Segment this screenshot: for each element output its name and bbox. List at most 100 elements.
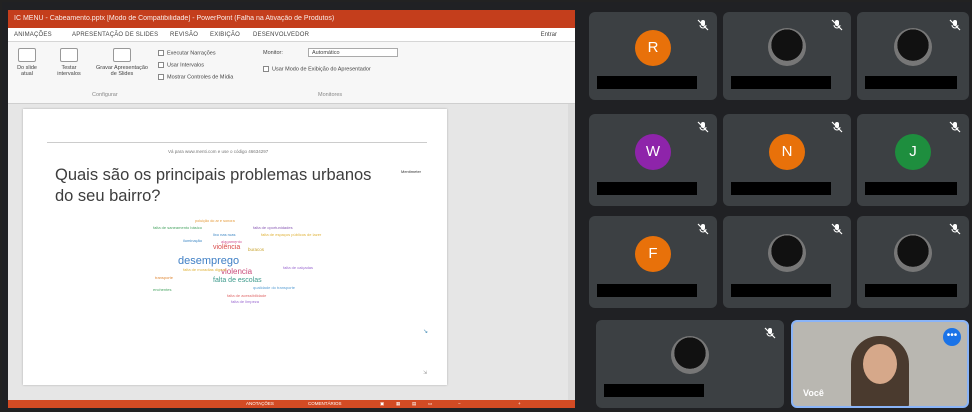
tab-review[interactable]: REVISÃO	[170, 32, 198, 38]
redacted-participant-name	[865, 182, 957, 195]
play-narrations-checkbox[interactable]: Executar Narrações	[158, 50, 216, 56]
redacted-participant-name	[597, 284, 697, 297]
ppt-status-bar: ANOTAÇÕES COMENTÁRIOS ▣ ▦ ▤ ▭ − +	[8, 400, 575, 408]
from-current-slide-button[interactable]: Do slide atual	[12, 48, 42, 77]
checkbox-icon	[158, 50, 164, 56]
normal-view-icon[interactable]: ▣	[380, 400, 384, 408]
redacted-participant-name	[865, 76, 957, 89]
muted-mic-icon	[831, 222, 843, 235]
participant-photo	[768, 234, 806, 272]
participant-photo	[894, 234, 932, 272]
self-face	[863, 344, 897, 384]
word-cloud-word: falta de oportunidades	[253, 225, 293, 230]
ppt-title-bar: IC MENU - Cabeamento.pptx [Modo de Compa…	[8, 10, 575, 28]
participant-tile[interactable]	[857, 12, 969, 100]
powerpoint-window: IC MENU - Cabeamento.pptx [Modo de Compa…	[8, 10, 575, 408]
group-label-setup: Configurar	[92, 92, 118, 98]
word-cloud-word: lixo nas ruas	[213, 232, 236, 237]
mentimeter-logo: Mentimeter	[401, 169, 422, 174]
participant-tile[interactable]: F	[589, 216, 717, 308]
muted-mic-icon	[764, 326, 776, 339]
participant-tile[interactable]	[723, 216, 851, 308]
muted-mic-icon	[949, 18, 961, 31]
redacted-participant-name	[865, 284, 957, 297]
word-cloud-word: iluminação	[183, 238, 203, 243]
zoom-out-icon[interactable]: −	[458, 400, 461, 408]
presenter-view-label: Usar Modo de Exibição do Apresentador	[272, 66, 371, 73]
tab-developer[interactable]: DESENVOLVEDOR	[253, 32, 309, 38]
participant-photo	[671, 336, 709, 374]
redacted-participant-name	[597, 76, 697, 89]
use-timings-label: Usar Intervalos	[167, 62, 204, 69]
participant-tile[interactable]	[596, 320, 784, 408]
self-name-label: Você	[803, 388, 824, 398]
word-cloud-word: falta de limpeza	[231, 299, 260, 304]
record-slideshow-button[interactable]: Gravar Apresentação de Slides	[96, 48, 148, 77]
word-cloud-word: transporte	[155, 275, 174, 280]
ppt-window-title: IC MENU - Cabeamento.pptx [Modo de Compa…	[14, 15, 335, 22]
muted-mic-icon	[831, 120, 843, 133]
timer-icon	[60, 48, 78, 62]
slideshow-view-icon[interactable]: ▭	[428, 400, 432, 408]
muted-mic-icon	[949, 222, 961, 235]
record-slideshow-label: Gravar Apresentação de Slides	[96, 65, 148, 77]
word-cloud-word: desemprego	[178, 255, 240, 267]
zoom-in-icon[interactable]: +	[518, 400, 521, 408]
participant-tile[interactable]	[723, 12, 851, 100]
participant-tile[interactable]: J	[857, 114, 969, 206]
slide-icon	[18, 48, 36, 62]
rehearse-timings-label: Testar intervalos	[57, 65, 81, 77]
vertical-scrollbar[interactable]	[568, 104, 575, 400]
participant-avatar: R	[635, 30, 671, 66]
use-timings-checkbox[interactable]: Usar Intervalos	[158, 62, 204, 68]
participant-tile[interactable]: W	[589, 114, 717, 206]
participant-avatar: F	[635, 236, 671, 272]
redacted-participant-name	[604, 384, 704, 397]
muted-mic-icon	[831, 18, 843, 31]
tab-slideshow[interactable]: APRESENTAÇÃO DE SLIDES	[72, 32, 158, 38]
slide-join-instructions: Vá para www.menti.com e use o código 466…	[168, 149, 269, 154]
more-options-icon[interactable]: •••	[943, 328, 961, 346]
participant-photo	[768, 28, 806, 66]
participant-avatar: J	[895, 134, 931, 170]
word-cloud-word: enchentes	[153, 287, 172, 292]
checkbox-icon	[158, 62, 164, 68]
screen-frame: IC MENU - Cabeamento.pptx [Modo de Compa…	[0, 0, 972, 412]
ppt-ribbon: Do slide atual Testar intervalos Gravar …	[8, 42, 575, 104]
slide-question-title: Quais são os principais problemas urbano…	[55, 166, 372, 205]
tab-animations[interactable]: ANIMAÇÕES	[14, 32, 52, 38]
monitor-select[interactable]: Automático	[308, 48, 398, 57]
participant-tile[interactable]: R	[589, 12, 717, 100]
muted-mic-icon	[697, 222, 709, 235]
reading-view-icon[interactable]: ▤	[412, 400, 416, 408]
muted-mic-icon	[949, 120, 961, 133]
participant-photo	[894, 28, 932, 66]
show-media-controls-checkbox[interactable]: Mostrar Controles de Mídia	[158, 74, 233, 80]
word-cloud-word: violência	[213, 244, 241, 251]
monitor-label: Monitor:	[263, 50, 283, 56]
muted-mic-icon	[697, 120, 709, 133]
redacted-participant-name	[731, 76, 831, 89]
participant-tile[interactable]	[857, 216, 969, 308]
slide-editing-area: Vá para www.menti.com e use o código 466…	[8, 104, 575, 400]
word-cloud-word: qualidade do transporte	[253, 285, 296, 290]
ppt-ribbon-tabs: ANIMAÇÕES APRESENTAÇÃO DE SLIDES REVISÃO…	[8, 28, 575, 42]
rehearse-timings-button[interactable]: Testar intervalos	[54, 48, 84, 77]
self-view-tile[interactable]: ••• Você	[791, 320, 969, 408]
redacted-participant-name	[597, 182, 697, 195]
tab-view[interactable]: EXIBIÇÃO	[210, 32, 240, 38]
notes-button[interactable]: ANOTAÇÕES	[246, 400, 274, 408]
resize-handle-icon: ⇲	[423, 370, 428, 376]
monitor-select-value: Automático	[312, 50, 340, 56]
comments-button[interactable]: COMENTÁRIOS	[308, 400, 342, 408]
word-cloud-word: falta de acessibilidade	[227, 293, 267, 298]
presenter-view-checkbox[interactable]: Usar Modo de Exibição do Apresentador	[263, 66, 371, 72]
word-cloud-word: buracos	[248, 247, 265, 252]
sign-in-link[interactable]: Entrar	[541, 32, 557, 38]
participant-avatar: W	[635, 134, 671, 170]
cursor-arrow-icon: ↘	[423, 329, 429, 335]
play-narrations-label: Executar Narrações	[167, 50, 216, 57]
current-slide[interactable]: Vá para www.menti.com e use o código 466…	[23, 109, 447, 385]
participant-tile[interactable]: N	[723, 114, 851, 206]
slide-sorter-icon[interactable]: ▦	[396, 400, 400, 408]
